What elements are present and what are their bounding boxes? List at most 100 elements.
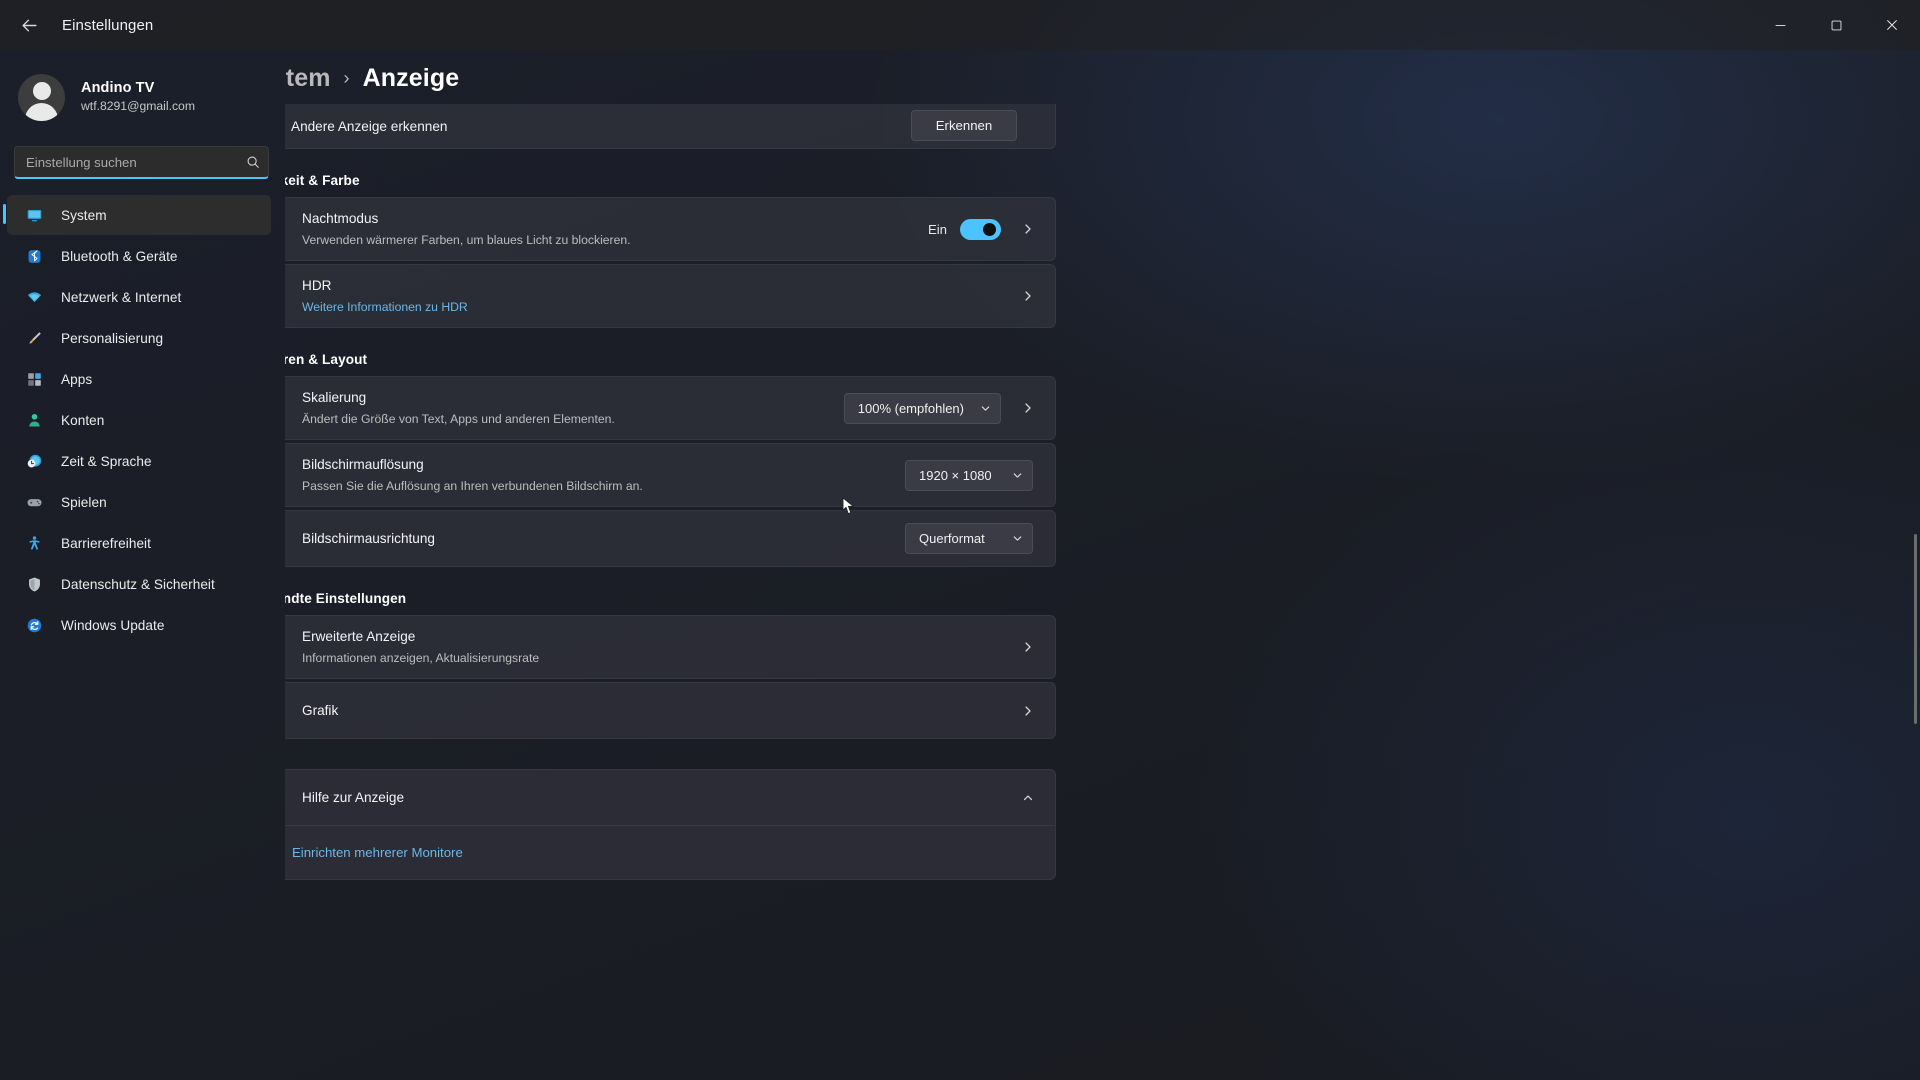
graphics-row[interactable]: Grafik (285, 683, 1055, 738)
main-content: System › Anzeige Andere Anzeige erkennen… (285, 50, 1920, 1080)
account-profile[interactable]: Andino TV wtf.8291@gmail.com (0, 56, 285, 128)
night-mode-row[interactable]: Nachtmodus Verwenden wärmerer Farben, um… (285, 198, 1055, 260)
detect-display-card: Andere Anzeige erkennen Erkennen (285, 104, 1056, 149)
sidebar-item-time-language[interactable]: Zeit & Sprache (7, 441, 271, 481)
account-email: wtf.8291@gmail.com (81, 99, 195, 114)
orientation-dropdown[interactable]: Querformat (905, 523, 1033, 554)
sidebar-item-label: Bluetooth & Geräte (61, 248, 178, 264)
help-header-row[interactable]: Hilfe zur Anzeige (285, 770, 1055, 825)
sidebar-item-label: Barrierefreiheit (61, 535, 151, 551)
scaling-text: Skalierung Ändert die Größe von Text, Ap… (302, 387, 844, 429)
chevron-right-icon[interactable] (1015, 223, 1041, 235)
sidebar-item-windows-update[interactable]: Windows Update (7, 605, 271, 645)
close-icon (1887, 20, 1897, 30)
orientation-row[interactable]: Bildschirmausrichtung Querformat (285, 511, 1055, 566)
resolution-dropdown[interactable]: 1920 × 1080 (905, 459, 1033, 491)
detect-button[interactable]: Erkennen (911, 110, 1017, 141)
chevron-down-icon (1012, 533, 1023, 544)
minimize-icon (1775, 24, 1785, 26)
night-mode-text: Nachtmodus Verwenden wärmerer Farben, um… (302, 208, 928, 250)
app-title: Einstellungen (62, 16, 154, 34)
update-refresh-icon (23, 615, 45, 635)
orientation-icon (285, 529, 286, 548)
hdr-row[interactable]: HDR HDR Weitere Informationen zu HDR (285, 265, 1055, 327)
hdr-card[interactable]: HDR HDR Weitere Informationen zu HDR (285, 264, 1056, 328)
night-mode-toggle[interactable] (960, 218, 1001, 240)
orientation-dropdown-value: Querformat (919, 531, 985, 546)
advanced-display-card[interactable]: Erweiterte Anzeige Informationen anzeige… (285, 615, 1056, 679)
sidebar-item-personalization[interactable]: Personalisierung (7, 318, 271, 358)
back-button[interactable] (8, 8, 50, 42)
chevron-right-icon[interactable] (1015, 641, 1041, 653)
sidebar-item-system[interactable]: System (3, 195, 271, 235)
settings-window: Einstellungen Andino TV wtf.8291@gmail.c… (0, 0, 1920, 1080)
scaling-row[interactable]: Skalierung Ändert die Größe von Text, Ap… (285, 377, 1055, 439)
scaling-subtitle: Ändert die Größe von Text, Apps und ande… (302, 412, 615, 426)
chevron-down-icon (980, 403, 991, 414)
vertical-scrollbar[interactable] (1914, 534, 1917, 724)
chevron-down-icon (1012, 470, 1023, 481)
help-title: Hilfe zur Anzeige (302, 789, 405, 805)
detect-display-label: Andere Anzeige erkennen (291, 118, 448, 134)
clock-globe-icon (23, 451, 45, 471)
chevron-right-icon[interactable] (1015, 402, 1041, 414)
search-input[interactable] (15, 154, 238, 170)
night-mode-title: Nachtmodus (302, 210, 379, 226)
sidebar-item-apps[interactable]: Apps (7, 359, 271, 399)
sidebar-item-accessibility[interactable]: Barrierefreiheit (7, 523, 271, 563)
resolution-card[interactable]: Bildschirmauflösung Passen Sie die Auflö… (285, 443, 1056, 507)
settings-scroll-area: Andere Anzeige erkennen Erkennen Helligk… (285, 104, 1920, 880)
scaling-dropdown[interactable]: 100% (empfohlen) (843, 392, 1001, 424)
section-title-scale-layout: Skalieren & Layout (285, 352, 368, 367)
resolution-text: Bildschirmauflösung Passen Sie die Auflö… (302, 454, 905, 496)
night-mode-card[interactable]: Nachtmodus Verwenden wärmerer Farben, um… (285, 197, 1056, 261)
scaling-dropdown-value: 100% (empfohlen) (857, 400, 964, 416)
page-title: Anzeige (362, 64, 460, 92)
graphics-title: Grafik (302, 702, 339, 718)
display-laptop-icon (285, 638, 286, 657)
help-link-multiple-monitors[interactable]: Einrichten mehrerer Monitore (292, 845, 463, 860)
brightness-sun-icon (285, 220, 286, 239)
orientation-card[interactable]: Bildschirmausrichtung Querformat (285, 510, 1056, 567)
graphics-card[interactable]: Grafik (285, 682, 1056, 739)
search-box[interactable] (14, 146, 269, 179)
sidebar-item-network[interactable]: Netzwerk & Internet (7, 277, 271, 317)
wifi-icon (23, 287, 45, 307)
settings-panel: Andere Anzeige erkennen Erkennen Helligk… (285, 104, 1056, 880)
avatar (18, 73, 65, 121)
sidebar-item-label: Netzwerk & Internet (61, 289, 182, 305)
sidebar-item-gaming[interactable]: Spielen (7, 482, 271, 522)
chevron-right-icon: › (343, 68, 350, 88)
person-icon (23, 410, 45, 430)
advanced-display-row[interactable]: Erweiterte Anzeige Informationen anzeige… (285, 616, 1055, 678)
shield-icon (23, 574, 45, 594)
orientation-title: Bildschirmausrichtung (302, 530, 435, 546)
sidebar-item-accounts[interactable]: Konten (7, 400, 271, 440)
close-button[interactable] (1864, 0, 1920, 50)
account-name: Andino TV (81, 79, 155, 96)
resolution-row[interactable]: Bildschirmauflösung Passen Sie die Auflö… (285, 444, 1055, 506)
hdr-icon: HDR (285, 287, 286, 306)
minimize-button[interactable] (1752, 0, 1808, 50)
advanced-display-text: Erweiterte Anzeige Informationen anzeige… (302, 626, 1009, 668)
sidebar-item-bluetooth[interactable]: Bluetooth & Geräte (7, 236, 271, 276)
chevron-right-icon[interactable] (1015, 290, 1041, 302)
chevron-up-icon[interactable] (1015, 792, 1041, 804)
sidebar-nav: System Bluetooth & Geräte Netzwerk & Int… (0, 195, 285, 645)
sidebar-item-privacy-security[interactable]: Datenschutz & Sicherheit (7, 564, 271, 604)
scaling-card[interactable]: Skalierung Ändert die Größe von Text, Ap… (285, 376, 1056, 440)
arrow-left-icon (21, 18, 37, 32)
hdr-learn-more-link[interactable]: Weitere Informationen zu HDR (302, 300, 468, 314)
night-mode-state: Ein (927, 221, 947, 237)
sidebar-item-label: Zeit & Sprache (61, 453, 152, 469)
sidebar-item-label: System (61, 207, 107, 223)
globe-help-icon (285, 788, 286, 807)
breadcrumb-parent[interactable]: System (285, 64, 331, 93)
hdr-text: HDR Weitere Informationen zu HDR (302, 275, 1009, 317)
maximize-button[interactable] (1808, 0, 1864, 50)
chevron-right-icon[interactable] (1015, 705, 1041, 717)
sidebar-item-label: Personalisierung (61, 330, 164, 346)
breadcrumb: System › Anzeige (285, 64, 1898, 93)
window-controls (1752, 0, 1920, 50)
brush-icon (23, 328, 45, 348)
